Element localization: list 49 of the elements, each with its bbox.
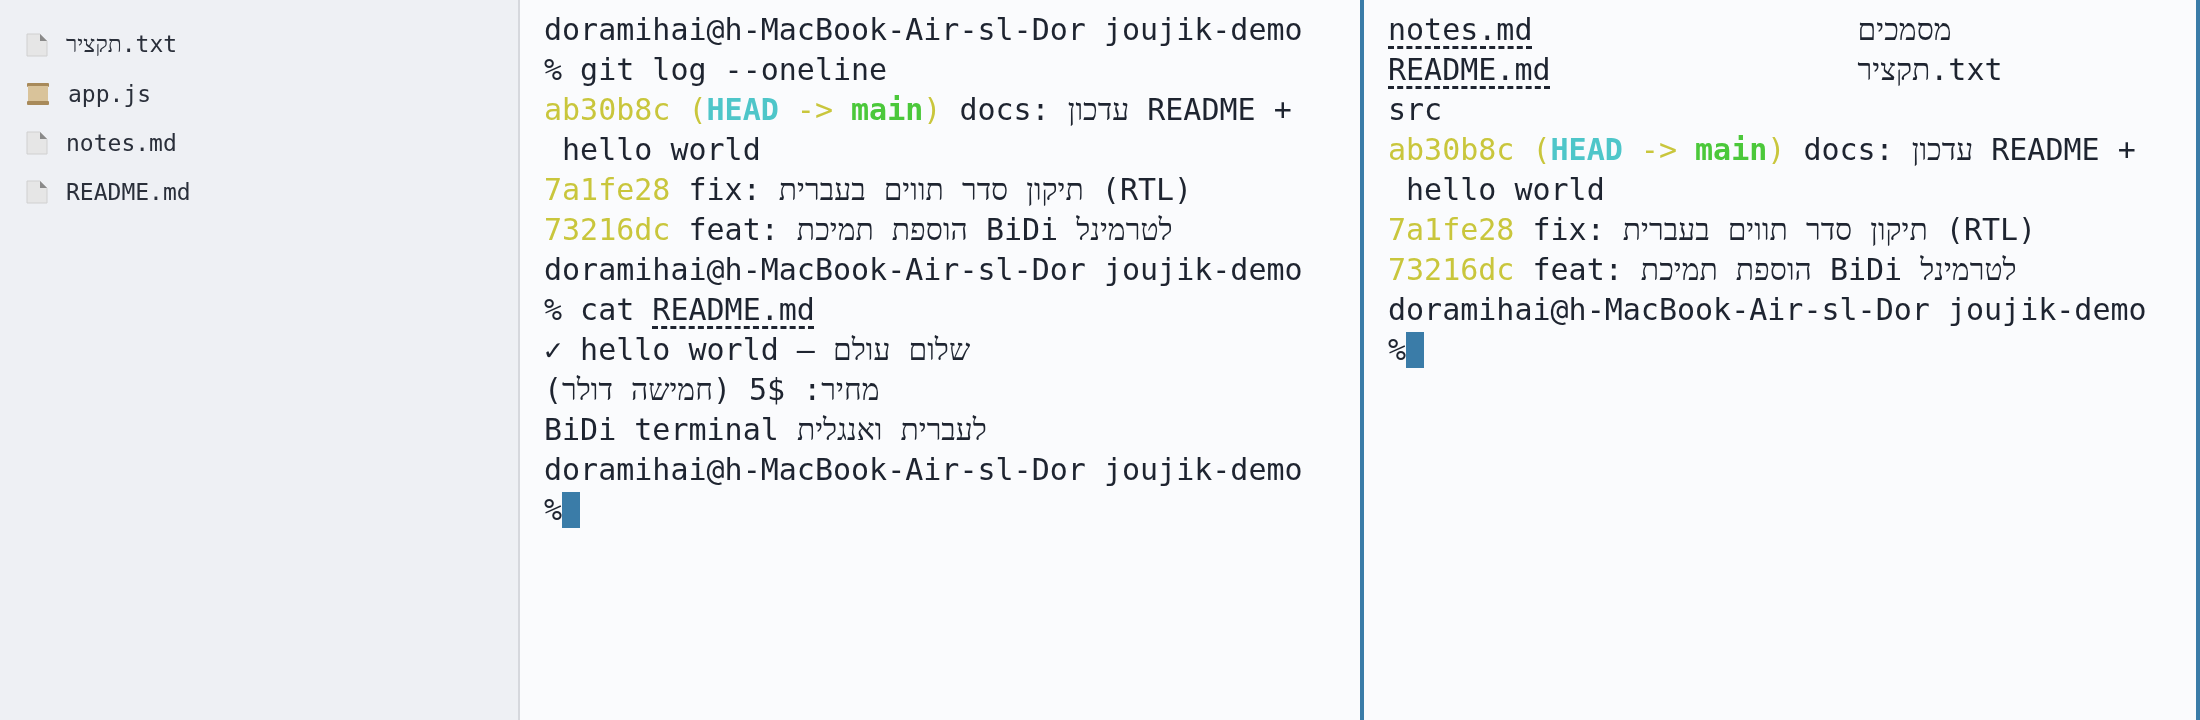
terminal-text: doramihai@h-MacBook-Air-sl-Dor joujik-demo bbox=[544, 11, 1303, 49]
terminal-text: doramihai@h-MacBook-Air-sl-Dor joujik-demo bbox=[544, 251, 1303, 289]
ref-punctuation: ) bbox=[1767, 131, 1786, 169]
terminal-text: doramihai@h-MacBook-Air-sl-Dor joujik-demo bbox=[1388, 291, 2147, 329]
terminal-text: % bbox=[544, 491, 563, 529]
terminal-text: % git log --oneline bbox=[544, 51, 888, 89]
terminal-text: % cat bbox=[544, 291, 635, 329]
commit-hash: 73216dc bbox=[544, 211, 671, 249]
document-icon bbox=[26, 179, 48, 204]
ref-arrow: -> bbox=[1640, 131, 1677, 169]
branch-name: main bbox=[1695, 131, 1768, 169]
terminal-text: src bbox=[1388, 91, 1443, 129]
document-icon bbox=[26, 130, 48, 155]
file-name[interactable]: תקציר.txt bbox=[66, 31, 178, 58]
commit-message: feat: הוספת תמיכת BiDi לטרמינל bbox=[1532, 251, 2017, 289]
file-name[interactable]: app.js bbox=[68, 80, 152, 107]
terminal-text: hello world bbox=[562, 131, 761, 169]
file-name[interactable]: README.md bbox=[66, 178, 191, 205]
terminal-text: BiDi terminal לעברית ואנגלית bbox=[544, 411, 987, 449]
ref-arrow: -> bbox=[796, 91, 833, 129]
commit-hash: ab30b8c bbox=[1388, 131, 1515, 169]
commit-message: feat: הוספת תמיכת BiDi לטרמינל bbox=[688, 211, 1173, 249]
document-icon bbox=[26, 32, 48, 57]
terminal-text: ✓ hello world — שלום עולם bbox=[544, 331, 971, 369]
terminal-text: מחיר: 5$ (חמישה דולר) bbox=[544, 371, 880, 409]
commit-message: docs: עדכון README + bbox=[1803, 131, 2136, 169]
file-link[interactable]: README.md bbox=[652, 290, 815, 330]
scroll-icon bbox=[26, 81, 50, 106]
ref-punctuation: ) bbox=[923, 91, 942, 129]
commit-message: fix: תיקון סדר תווים בעברית (RTL) bbox=[1532, 211, 2037, 249]
commit-message: fix: תיקון סדר תווים בעברית (RTL) bbox=[688, 171, 1193, 209]
head-ref: HEAD bbox=[706, 91, 779, 129]
commit-hash: ab30b8c bbox=[544, 91, 671, 129]
ref-punctuation: ( bbox=[688, 91, 707, 129]
commit-message: docs: עדכון README + bbox=[959, 91, 1292, 129]
terminal-text: doramihai@h-MacBook-Air-sl-Dor joujik-demo bbox=[544, 451, 1303, 489]
commit-hash: 7a1fe28 bbox=[1388, 211, 1515, 249]
terminal-text: מסמכים bbox=[1857, 11, 1953, 49]
file-link[interactable]: README.md bbox=[1388, 50, 1858, 90]
terminal-text: תקציר.txt bbox=[1857, 51, 2004, 89]
file-link[interactable]: notes.md bbox=[1388, 10, 1858, 50]
file-name[interactable]: notes.md bbox=[66, 129, 177, 156]
branch-name: main bbox=[851, 91, 924, 129]
commit-hash: 73216dc bbox=[1388, 251, 1515, 289]
head-ref: HEAD bbox=[1550, 131, 1623, 169]
ref-punctuation: ( bbox=[1532, 131, 1551, 169]
terminal-text: hello world bbox=[1406, 171, 1605, 209]
terminal-text: % bbox=[1388, 331, 1407, 369]
commit-hash: 7a1fe28 bbox=[544, 171, 671, 209]
